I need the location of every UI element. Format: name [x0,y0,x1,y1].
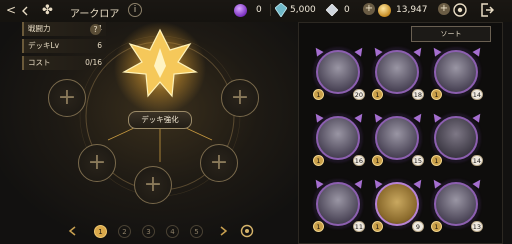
crystal-icon [275,3,287,17]
card-level-badge: 1 [372,221,383,232]
card-level-badge: 1 [372,155,383,166]
page-2[interactable]: 2 [118,225,131,238]
gold-coin-icon [378,4,391,17]
plus-icon: + [209,150,229,175]
plus-icon: + [57,85,77,110]
deck-pager: 1 2 3 4 5 [68,222,258,240]
card-portrait [375,182,419,226]
card-portrait [434,182,478,226]
diamond-icon [326,4,338,16]
card-count-badge: 11 [352,221,365,232]
deck-slot-5[interactable]: + [134,166,172,204]
deck-strengthen-button[interactable]: デッキ強化 [128,111,192,129]
exit-icon[interactable] [480,3,494,17]
deck-slot-4[interactable]: + [200,144,238,182]
card-item[interactable]: 1 16 [312,111,366,166]
deck-slot-3[interactable]: + [78,144,116,182]
card-portrait [375,50,419,94]
card-item[interactable]: 1 20 [312,45,366,100]
next-page-icon[interactable] [218,226,228,236]
card-portrait [434,50,478,94]
add-gold-button[interactable]: + [438,3,450,15]
deck-slot-1[interactable]: + [48,79,86,117]
card-count-badge: 18 [411,89,424,100]
settings-gear-icon[interactable] [240,224,254,238]
back-icon[interactable]: < [4,3,18,17]
deck-crest-emblem-icon [114,22,206,114]
card-count-badge: 16 [352,155,365,166]
notification-icon[interactable] [453,3,467,17]
card-level-badge: 1 [313,221,324,232]
card-level-badge: 1 [431,89,442,100]
diamond-count: 0 [344,5,350,15]
deck-slot-2[interactable]: + [221,79,259,117]
card-portrait [316,182,360,226]
plus-icon: + [87,150,107,175]
card-item[interactable]: 19 [371,177,425,232]
card-level-badge: 1 [372,89,383,100]
card-level-badge: 1 [313,89,324,100]
page-4[interactable]: 4 [166,225,179,238]
sort-button[interactable]: ソート [411,26,491,42]
add-diamond-button[interactable]: + [363,3,375,15]
card-portrait [316,116,360,160]
card-level-badge: 1 [313,155,324,166]
card-portrait [375,116,419,160]
card-portrait [316,50,360,94]
page-5[interactable]: 5 [190,225,203,238]
card-item[interactable]: 1 15 [371,111,425,166]
crystal-count: 5,000 [290,5,316,15]
card-count-badge: 14 [470,89,483,100]
page-1[interactable]: 1 [94,225,107,238]
card-level-badge: 1 [431,155,442,166]
card-item[interactable]: 1 14 [430,111,484,166]
card-count-badge: 15 [411,155,424,166]
card-item[interactable]: 1 13 [430,177,484,232]
card-count-badge: 9 [412,221,424,232]
back-chevron-decor-icon [22,6,28,16]
gold-count: 13,947 [396,5,428,15]
plus-icon: + [230,85,250,110]
card-count-badge: 14 [470,155,483,166]
card-portrait [434,116,478,160]
card-item[interactable]: 1 11 [312,177,366,232]
card-level-badge: 1 [431,221,442,232]
card-count-badge: 13 [470,221,483,232]
plus-icon: + [143,172,163,197]
prev-page-icon[interactable] [68,226,78,236]
card-item[interactable]: 1 18 [371,45,425,100]
card-item[interactable]: 1 14 [430,45,484,100]
card-count-badge: 20 [352,89,365,100]
page-3[interactable]: 3 [142,225,155,238]
